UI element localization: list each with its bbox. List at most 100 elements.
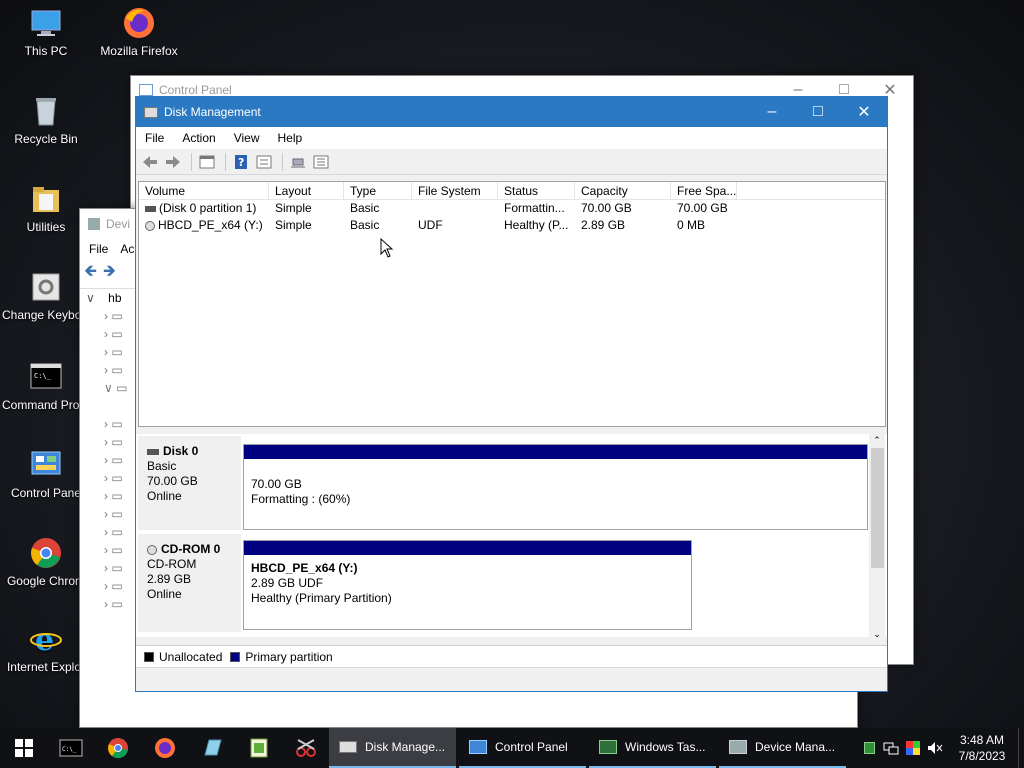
menu-bar: File Action View Help <box>136 127 887 149</box>
free-space-cell: 70.00 GB <box>677 201 728 215</box>
disk-info[interactable]: CD-ROM 0 CD-ROM 2.89 GB Online <box>138 534 241 632</box>
desktop-icon-internet-explorer[interactable]: e Internet Explor <box>2 622 90 675</box>
internet-explorer-icon: e <box>29 622 63 658</box>
desktop-icon-change-keyboard-layout[interactable]: Change Keyboard Layo <box>2 270 90 323</box>
scrollbar-thumb[interactable] <box>871 448 884 568</box>
taskbar-task-control-panel[interactable]: Control Panel <box>459 728 586 768</box>
cd-drive-icon <box>145 220 155 231</box>
disk-management-titlebar[interactable]: Disk Management – □ ✕ <box>136 97 887 127</box>
desktop-icon-this-pc[interactable]: This PC <box>2 6 90 59</box>
desktop-icon-control-panel[interactable]: Control Pane <box>2 448 90 501</box>
disk-management-window[interactable]: Disk Management – □ ✕ File Action View H… <box>135 96 888 692</box>
task-manager-icon <box>599 740 617 754</box>
column-header-file-system[interactable]: File System <box>412 182 498 199</box>
network-icon[interactable] <box>880 728 902 768</box>
close-icon[interactable]: ✕ <box>841 97 887 127</box>
spreadsheet-icon <box>250 738 267 758</box>
partition-status: Healthy (Primary Partition) <box>251 591 392 605</box>
partition-disk-0[interactable]: 70.00 GB Formatting : (60%) <box>243 444 868 530</box>
forward-arrow-icon[interactable]: 🡺 <box>103 260 116 287</box>
desktop-icon-firefox[interactable]: Mozilla Firefox <box>95 6 183 59</box>
taskbar-task-device-manager[interactable]: Device Mana... <box>719 728 846 768</box>
tray-app-icon[interactable] <box>858 728 880 768</box>
desktop-icon-label: This PC <box>24 44 68 58</box>
disk-name: CD-ROM 0 <box>161 542 221 556</box>
device-manager-icon <box>729 740 747 754</box>
disk-state: Online <box>147 489 182 503</box>
volume-list[interactable]: Volume Layout Type File System Status Ca… <box>138 181 886 427</box>
windows-logo-icon <box>14 739 33 757</box>
computer-icon <box>29 6 63 40</box>
desktop-icon-label: Mozilla Firefox <box>100 44 178 58</box>
file-system-cell <box>412 200 498 217</box>
taskbar-snipping-tool[interactable] <box>282 728 329 768</box>
status-cell: Healthy (P... <box>504 218 569 232</box>
help-icon[interactable]: ? <box>231 152 251 172</box>
start-button[interactable] <box>0 728 47 768</box>
taskbar-task-disk-management[interactable]: Disk Manage... <box>329 728 456 768</box>
properties-icon[interactable] <box>254 152 274 172</box>
column-header-free-space[interactable]: Free Spa... <box>671 182 737 199</box>
terminal-icon: C:\_ <box>29 360 63 394</box>
file-system-cell: UDF <box>418 218 443 232</box>
maximize-icon[interactable]: □ <box>795 97 841 127</box>
column-header-capacity[interactable]: Capacity <box>575 182 671 199</box>
clock-time: 3:48 AM <box>959 733 1005 747</box>
desktop-icon-utilities[interactable]: Utilities <box>2 182 90 235</box>
clock[interactable]: 3:48 AM 7/8/2023 <box>946 732 1018 764</box>
desktop-icon-recycle-bin[interactable]: Recycle Bin <box>2 94 90 147</box>
minimize-icon[interactable]: – <box>749 97 795 127</box>
desktop-icon-label: Utilities <box>26 220 66 234</box>
connect-icon[interactable] <box>288 152 308 172</box>
column-header-volume[interactable]: Volume <box>139 182 269 199</box>
notepad-icon <box>203 739 222 756</box>
taskbar: C:\_ Disk Manage... Control Panel Window… <box>0 728 1024 768</box>
disk-graphical-view[interactable]: Disk 0 Basic 70.00 GB Online 70.00 GB Fo… <box>136 434 887 644</box>
taskbar-spreadsheet[interactable] <box>235 728 282 768</box>
menu-action[interactable]: Action <box>173 131 224 145</box>
taskbar-notes[interactable] <box>188 728 235 768</box>
desktop-icon-command-prompt[interactable]: C:\_ Command Prompt <box>2 360 90 413</box>
menu-file[interactable]: File <box>136 131 173 145</box>
scroll-down-icon[interactable]: ⌄ <box>869 629 885 640</box>
menu-action[interactable]: Ac <box>120 242 134 256</box>
list-view-icon[interactable] <box>311 152 331 172</box>
column-header-type[interactable]: Type <box>344 182 412 199</box>
column-header-layout[interactable]: Layout <box>269 182 344 199</box>
disk-pane-scrollbar[interactable]: ⌃ ⌄ <box>869 434 885 644</box>
taskbar-chrome[interactable] <box>94 728 141 768</box>
disk-row-cd-rom-0[interactable]: CD-ROM 0 CD-ROM 2.89 GB Online HBCD_PE_x… <box>138 534 869 632</box>
taskbar-firefox[interactable] <box>141 728 188 768</box>
clock-date: 7/8/2023 <box>958 749 1006 763</box>
table-row[interactable]: HBCD_PE_x64 (Y:) Simple Basic UDF Health… <box>139 217 885 234</box>
table-row[interactable]: (Disk 0 partition 1) Simple Basic Format… <box>139 200 885 217</box>
speaker-muted-icon[interactable] <box>924 728 946 768</box>
menu-view[interactable]: View <box>225 131 269 145</box>
partition-cd-rom-0[interactable]: HBCD_PE_x64 (Y:) 2.89 GB UDF Healthy (Pr… <box>243 540 692 630</box>
collapse-chevron-icon[interactable]: ∨ <box>86 291 95 305</box>
volume-name: (Disk 0 partition 1) <box>159 201 257 215</box>
scroll-up-icon[interactable]: ⌃ <box>869 434 885 446</box>
column-header-status[interactable]: Status <box>498 182 575 199</box>
forward-arrow-icon[interactable] <box>163 152 183 172</box>
disk-info[interactable]: Disk 0 Basic 70.00 GB Online <box>138 436 241 530</box>
task-label: Device Mana... <box>755 740 836 754</box>
taskbar-task-windows-task-manager[interactable]: Windows Tas... <box>589 728 716 768</box>
desktop-icon-google-chrome[interactable]: Google Chrom <box>2 536 90 589</box>
taskbar-command-prompt[interactable]: C:\_ <box>47 728 94 768</box>
menu-file[interactable]: File <box>89 242 108 256</box>
window-title: Devi <box>106 217 131 231</box>
device-tree-root[interactable]: hb <box>108 291 121 305</box>
show-desktop-button[interactable] <box>1018 728 1024 768</box>
system-tray: 3:48 AM 7/8/2023 <box>858 728 1024 768</box>
back-arrow-icon[interactable] <box>140 152 160 172</box>
menu-help[interactable]: Help <box>269 131 312 145</box>
firefox-icon <box>154 738 175 758</box>
disk-state: Online <box>147 587 182 601</box>
svg-text:C:\_: C:\_ <box>62 746 77 753</box>
color-display-icon[interactable] <box>902 728 924 768</box>
back-arrow-icon[interactable]: 🡸 <box>84 260 97 287</box>
scissors-icon <box>295 739 316 757</box>
disk-row-disk-0[interactable]: Disk 0 Basic 70.00 GB Online 70.00 GB Fo… <box>138 436 869 530</box>
show-hide-console-tree-icon[interactable] <box>197 152 217 172</box>
